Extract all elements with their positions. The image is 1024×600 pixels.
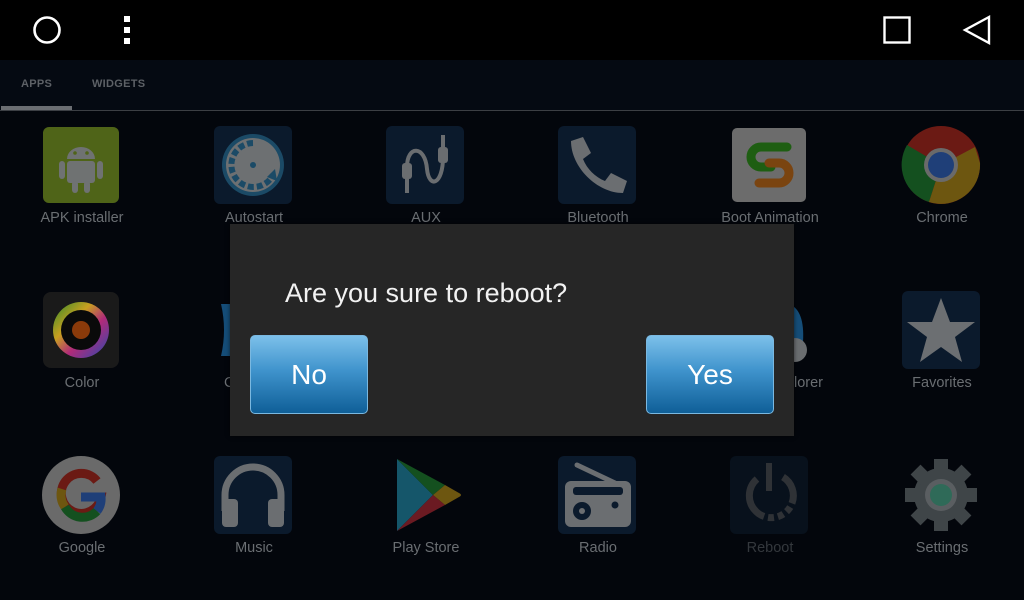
app-label: Settings [915, 540, 969, 556]
triangle-back-icon [962, 14, 991, 46]
tab-apps[interactable]: APPS [21, 78, 52, 90]
app-label: Chrome [916, 210, 968, 226]
phone-icon [558, 126, 636, 204]
selected-tab-indicator [1, 106, 72, 110]
app-color[interactable]: Color [0, 276, 168, 416]
reboot-confirm-dialog: Are you sure to reboot? No Yes [230, 224, 794, 436]
autostart-gauge-icon [214, 126, 292, 204]
app-apk-installer[interactable]: APK installer [0, 111, 168, 251]
app-label: Reboot [746, 540, 794, 556]
aux-cable-icon [386, 126, 464, 204]
app-label: Music [235, 540, 273, 556]
app-favorites[interactable]: Favorites [856, 276, 1024, 416]
vertical-dots-icon [124, 16, 130, 44]
dialog-message: Are you sure to reboot? [285, 278, 568, 308]
app-label: Radio [579, 540, 617, 556]
app-radio[interactable]: Radio [512, 441, 684, 581]
google-g-icon [42, 456, 120, 534]
back-button[interactable] [947, 0, 1007, 60]
radio-icon [558, 456, 636, 534]
tab-widgets[interactable]: WIDGETS [92, 78, 145, 90]
app-label: APK installer [40, 210, 124, 226]
color-wheel-icon [43, 292, 119, 368]
app-play-store[interactable]: Play Store [340, 441, 512, 581]
recents-button[interactable] [867, 0, 927, 60]
square-recents-icon [883, 16, 911, 44]
headphones-icon [214, 456, 292, 534]
app-label: Play Store [392, 540, 460, 556]
no-button[interactable]: No [250, 335, 368, 414]
app-settings[interactable]: Settings [856, 441, 1024, 581]
menu-button[interactable] [97, 0, 157, 60]
chrome-icon [901, 126, 981, 204]
app-music[interactable]: Music [168, 441, 340, 581]
app-label: Favorites [912, 375, 972, 391]
navigation-bar [0, 0, 1024, 60]
play-store-icon [397, 459, 461, 531]
boot-animation-s-icon [732, 128, 806, 202]
app-label: Google [58, 540, 106, 556]
home-button[interactable] [17, 0, 77, 60]
app-label: Color [64, 375, 100, 391]
circle-home-icon [33, 16, 61, 44]
app-reboot[interactable]: Reboot [684, 441, 856, 581]
app-chrome[interactable]: Chrome [856, 111, 1024, 251]
yes-button[interactable]: Yes [646, 335, 774, 414]
gear-icon [905, 459, 977, 531]
power-icon [730, 456, 808, 534]
star-icon [902, 291, 980, 369]
drawer-tabs: APPS WIDGETS [0, 60, 1024, 111]
app-google[interactable]: Google [0, 441, 168, 581]
android-icon [43, 127, 119, 203]
